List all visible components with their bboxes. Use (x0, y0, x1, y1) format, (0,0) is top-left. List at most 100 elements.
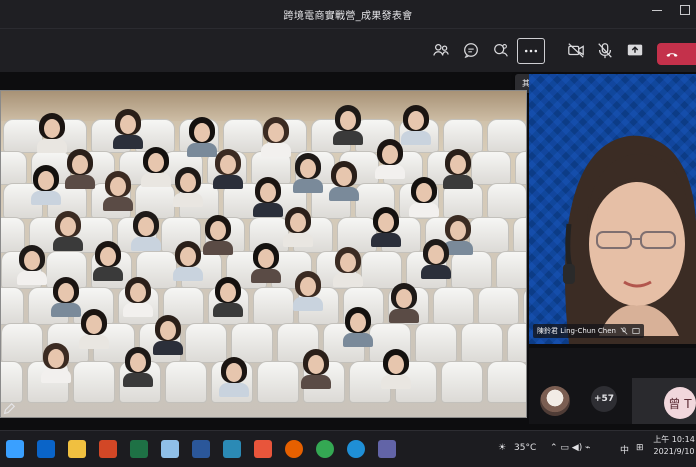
attendee-video (35, 113, 69, 153)
auditorium-seat (441, 361, 483, 403)
auditorium-seat (73, 361, 115, 403)
attendee-video (77, 309, 111, 349)
leave-button[interactable] (657, 43, 696, 65)
attendee-video (139, 147, 173, 187)
more-participants-badge[interactable]: +57 (591, 386, 617, 412)
windows-taskbar: ☀ 35°C ⌃ ▭ ◀) ⌁ 中 ⊞ 上午 10:14 2021/9/10 (0, 430, 696, 467)
maximize-icon[interactable] (680, 5, 690, 15)
mic-off-icon (620, 327, 628, 335)
weather-temp[interactable]: 35°C (514, 443, 536, 453)
camera-button[interactable] (565, 39, 587, 61)
attendee-video (15, 245, 49, 285)
attendee-video (129, 211, 163, 251)
auditorium-seat (487, 361, 526, 403)
attendee-video (341, 307, 375, 347)
auditorium-seat (469, 217, 509, 253)
more-actions-button[interactable] (517, 38, 545, 64)
attendee-video (201, 215, 235, 255)
leave-call-icon (666, 53, 678, 57)
attendee-video (121, 277, 155, 317)
slides-icon[interactable] (254, 440, 272, 458)
auditorium-seat (513, 217, 526, 253)
camera-off-icon (568, 43, 584, 58)
window-controls (652, 5, 690, 15)
attendee-video (121, 347, 155, 387)
auditorium-seat (487, 119, 526, 153)
attendee-video (29, 165, 63, 205)
meeting-title: 跨境電商實戰營_成果發表會 (283, 10, 413, 22)
attendee-video (419, 239, 453, 279)
speaker-portrait (563, 135, 696, 344)
attendee-video (291, 271, 325, 311)
edge-icon[interactable] (347, 440, 365, 458)
gallery-view (0, 90, 527, 418)
attendee-video (369, 207, 403, 247)
attendee-video (373, 139, 407, 179)
attendee-video (441, 149, 475, 189)
auditorium-seat (433, 287, 474, 325)
file-explorer-icon[interactable] (68, 440, 86, 458)
attendee-video (407, 177, 441, 217)
attendee-video (331, 105, 365, 145)
auditorium-seat (1, 151, 27, 185)
attendee-video (39, 343, 73, 383)
ime-indicator[interactable]: 中 (620, 443, 629, 456)
attendee-video (101, 171, 135, 211)
firefox-icon[interactable] (285, 440, 303, 458)
more-icon (524, 49, 538, 53)
teams-icon[interactable] (378, 440, 396, 458)
minimize-icon[interactable] (652, 5, 662, 11)
taskbar-clock[interactable]: 上午 10:14 2021/9/10 (652, 434, 696, 458)
auditorium-seat (165, 361, 207, 403)
attendee-video (249, 243, 283, 283)
chat-button[interactable] (460, 39, 482, 61)
mic-button[interactable] (594, 39, 616, 61)
windows-start-icon[interactable] (6, 440, 24, 458)
attendee-video (63, 149, 97, 189)
auditorium-seat (443, 119, 483, 153)
clock-date: 2021/9/10 (653, 447, 695, 456)
word-icon[interactable] (192, 440, 210, 458)
system-tray-icons[interactable]: ⌃ ▭ ◀) ⌁ (550, 443, 590, 453)
people-button[interactable] (430, 39, 452, 61)
chrome-icon[interactable] (316, 440, 334, 458)
auditorium-seat (478, 287, 519, 325)
ime-mode-icon[interactable]: ⊞ (636, 443, 644, 453)
auditorium-seat (496, 251, 526, 289)
auditorium-seat (523, 287, 526, 325)
speaker-video: 陳鈴君 Ling-Chun Chen (529, 74, 696, 344)
auditorium-seat (487, 183, 526, 219)
reactions-button[interactable] (490, 39, 512, 61)
participant-avatar[interactable] (540, 386, 570, 416)
attendee-video (211, 149, 245, 189)
attendee-video (111, 109, 145, 149)
share-icon (627, 44, 643, 56)
share-button[interactable] (624, 39, 646, 61)
attendee-video (259, 117, 293, 157)
attendee-video (331, 247, 365, 287)
screen-share-icon (632, 328, 640, 334)
outlook-icon[interactable] (37, 440, 55, 458)
auditorium-seat (471, 151, 511, 185)
participant-initials: 曾 T (664, 387, 696, 419)
attendee-video (211, 277, 245, 317)
weather-icon[interactable]: ☀ (498, 443, 506, 453)
window-titlebar: 跨境電商實戰營_成果發表會 (0, 0, 696, 28)
auditorium-seat (1, 323, 43, 363)
auditorium-seat (253, 287, 294, 325)
auditorium-seat (415, 323, 457, 363)
meeting-toolbar (0, 28, 696, 72)
attendee-video (171, 241, 205, 281)
auditorium-seat (257, 361, 299, 403)
attendee-video (171, 167, 205, 207)
speaker-name: 陳鈴君 Ling-Chun Chen (537, 327, 616, 335)
excel-icon[interactable] (130, 440, 148, 458)
pen-icon[interactable] (2, 402, 16, 416)
auditorium-seat (451, 251, 492, 289)
notepad-icon[interactable] (161, 440, 179, 458)
sway-icon[interactable] (223, 440, 241, 458)
auditorium-seat (507, 323, 526, 363)
auditorium-seat (461, 323, 503, 363)
people-icon (433, 43, 449, 56)
powerpoint-icon[interactable] (99, 440, 117, 458)
